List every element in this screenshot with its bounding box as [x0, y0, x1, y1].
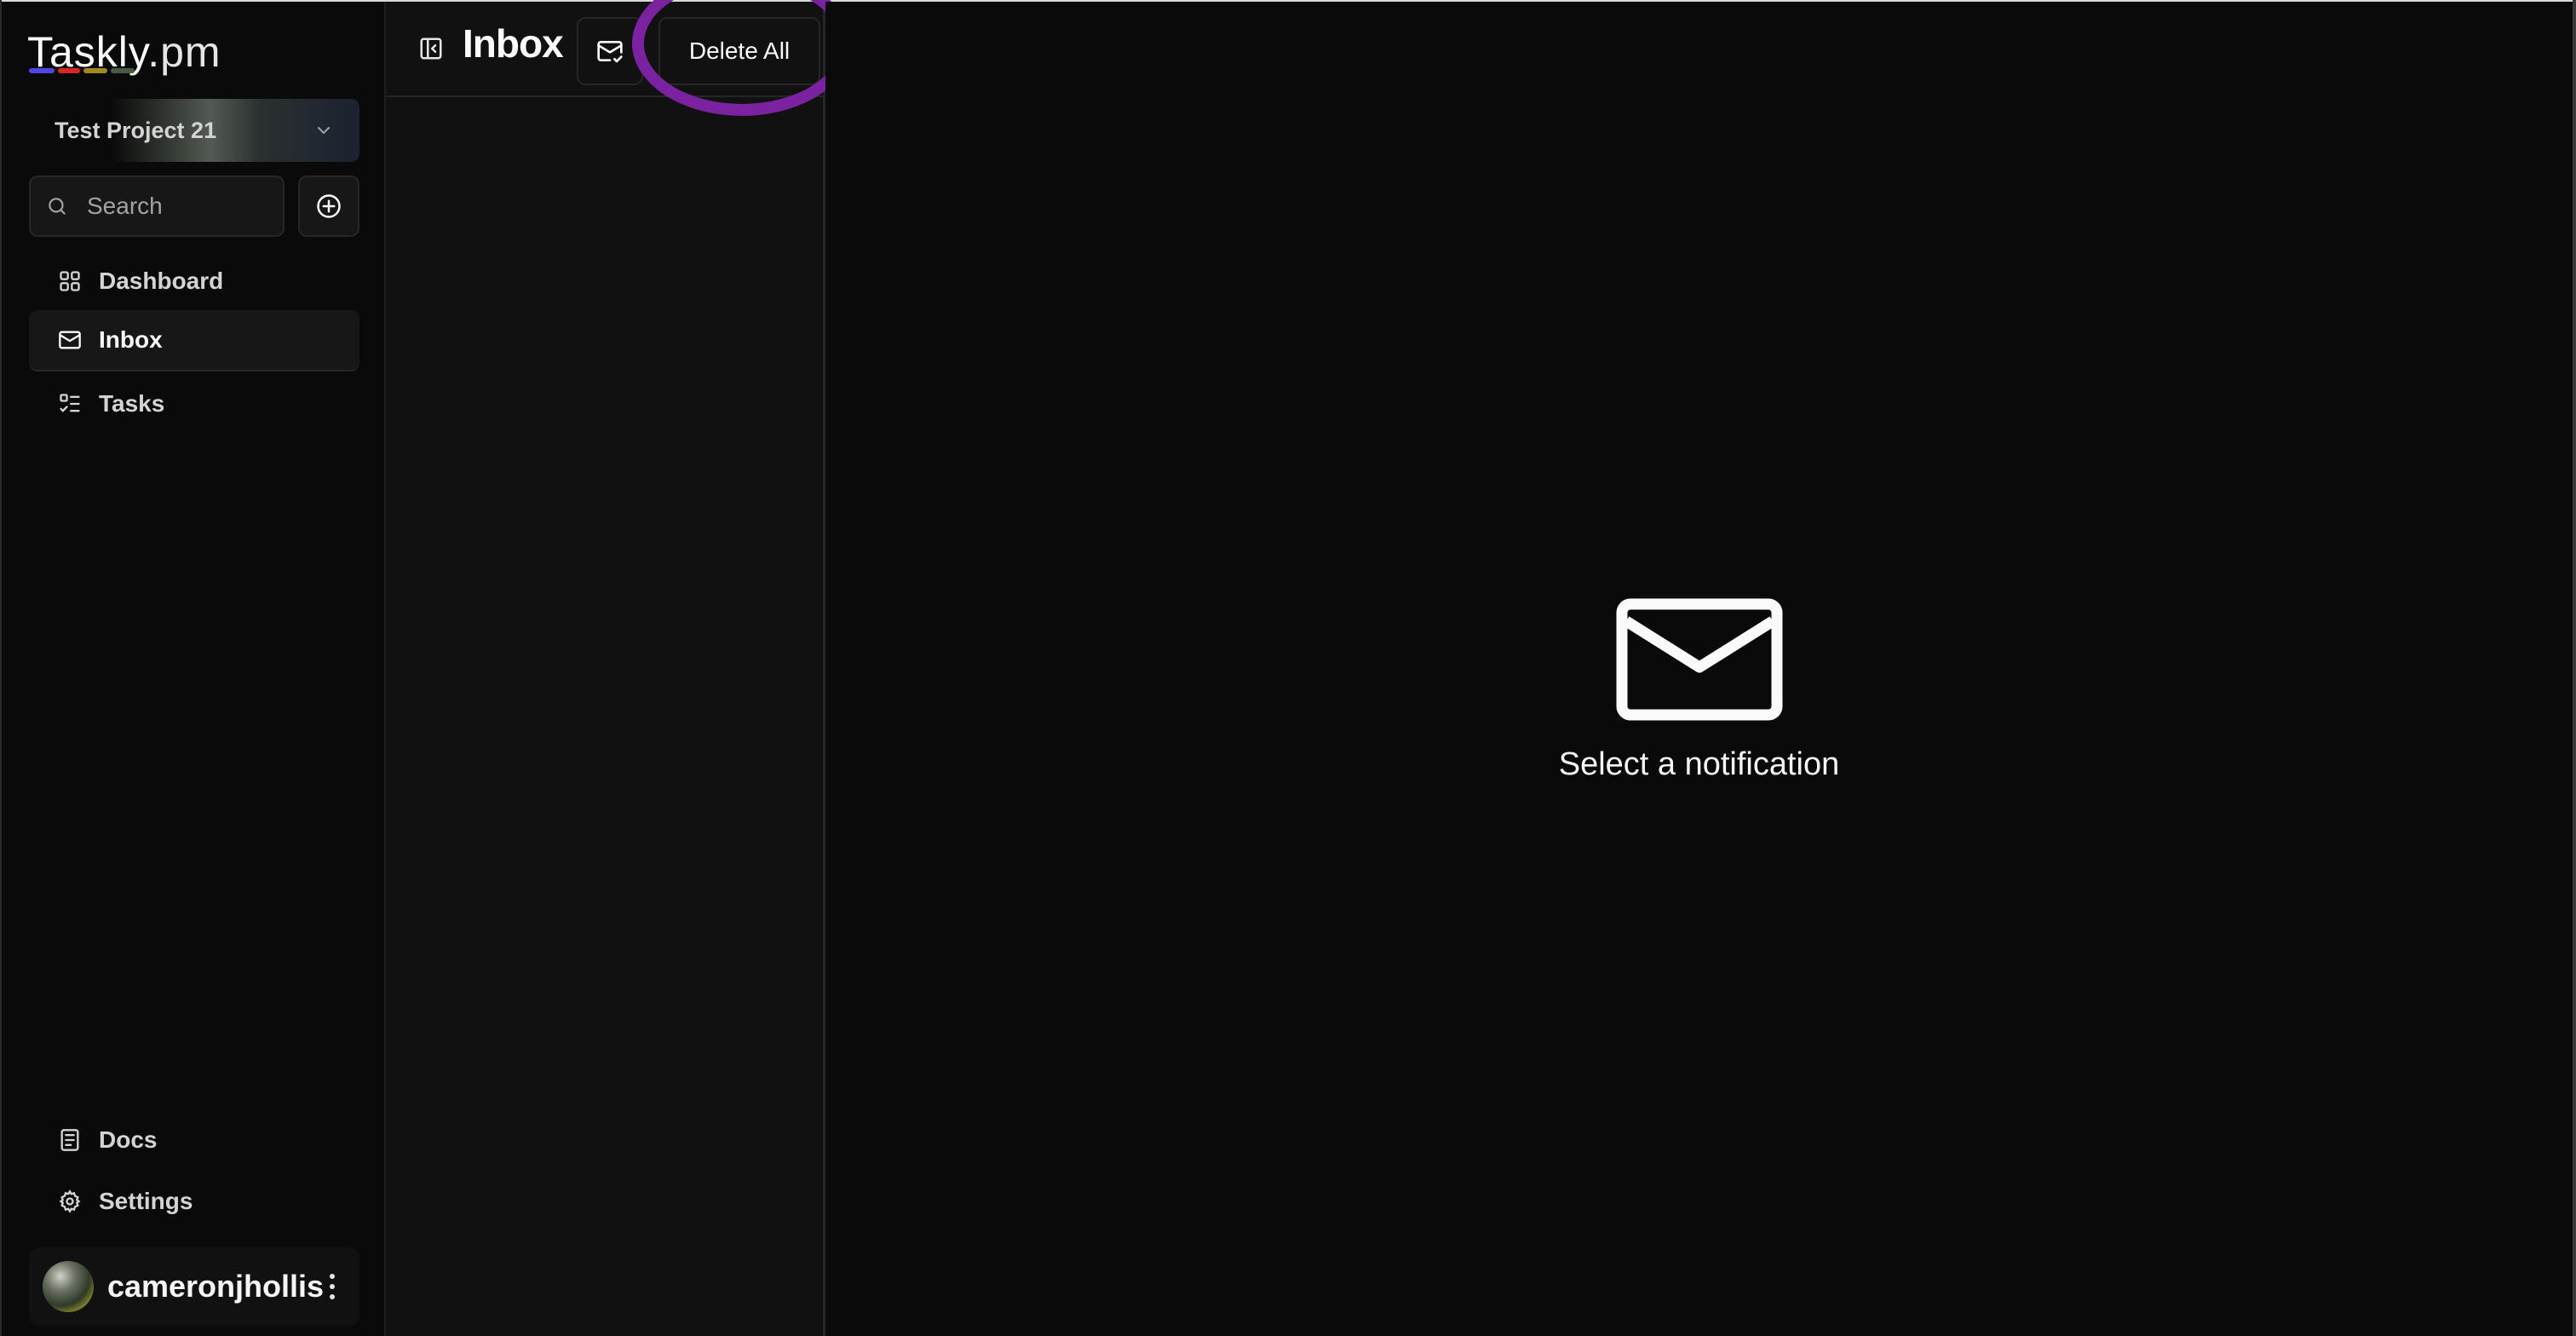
grid-icon [60, 271, 80, 291]
sidebar: Taskly.pm Test Project 21 Dashboard Inbo… [2, 2, 386, 1336]
search-input[interactable] [85, 192, 259, 221]
plus-circle-icon [317, 194, 341, 218]
search-icon [49, 198, 66, 215]
nav-item-tasks[interactable]: Tasks [29, 373, 359, 435]
nav-item-docs[interactable]: Docs [29, 1109, 359, 1171]
document-icon [60, 1129, 79, 1151]
search-box[interactable] [29, 176, 285, 237]
logo-tld: .pm [147, 28, 221, 76]
empty-state-text: Select a notification [1558, 746, 1840, 782]
nav-label: Tasks [99, 390, 165, 417]
nav-label: Docs [99, 1126, 158, 1153]
nav-item-dashboard[interactable]: Dashboard [29, 250, 359, 312]
nav-label: Dashboard [99, 268, 224, 294]
avatar [43, 1261, 94, 1312]
mark-all-read-button[interactable] [577, 17, 643, 85]
delete-all-button[interactable]: Delete All [658, 17, 820, 85]
logo-color-bars [29, 68, 135, 73]
window-right-edge [2573, 0, 2576, 1336]
empty-state: Select a notification [825, 598, 2573, 783]
nav-label: Inbox [99, 326, 163, 353]
list-check-icon [60, 394, 80, 412]
mail-icon [59, 331, 81, 349]
panel-left-close-icon[interactable] [418, 36, 444, 61]
chevron-down-icon [318, 127, 330, 134]
logo-bar-blue [29, 68, 55, 73]
nav-item-settings[interactable]: Settings [29, 1171, 359, 1232]
inbox-list-panel: Inbox Delete All [386, 2, 825, 1336]
nav-item-inbox[interactable]: Inbox [29, 310, 359, 371]
logo-bar-red [58, 68, 80, 73]
nav-label: Settings [99, 1188, 193, 1214]
logo-bar-green [111, 68, 135, 73]
project-selector[interactable]: Test Project 21 [29, 99, 359, 162]
inbox-header: Inbox Delete All [386, 2, 823, 97]
user-menu[interactable]: cameronjhollis [29, 1247, 359, 1326]
mail-icon [1616, 598, 1782, 721]
project-name: Test Project 21 [55, 117, 217, 143]
gear-icon [59, 1189, 81, 1213]
add-button[interactable] [298, 176, 359, 237]
page-title: Inbox [463, 21, 564, 66]
logo-bar-gold [83, 68, 107, 73]
mail-check-icon [597, 41, 623, 63]
more-vertical-icon[interactable] [324, 1270, 341, 1304]
username: cameronjhollis [106, 1269, 325, 1304]
notification-detail: Select a notification [825, 2, 2573, 1336]
